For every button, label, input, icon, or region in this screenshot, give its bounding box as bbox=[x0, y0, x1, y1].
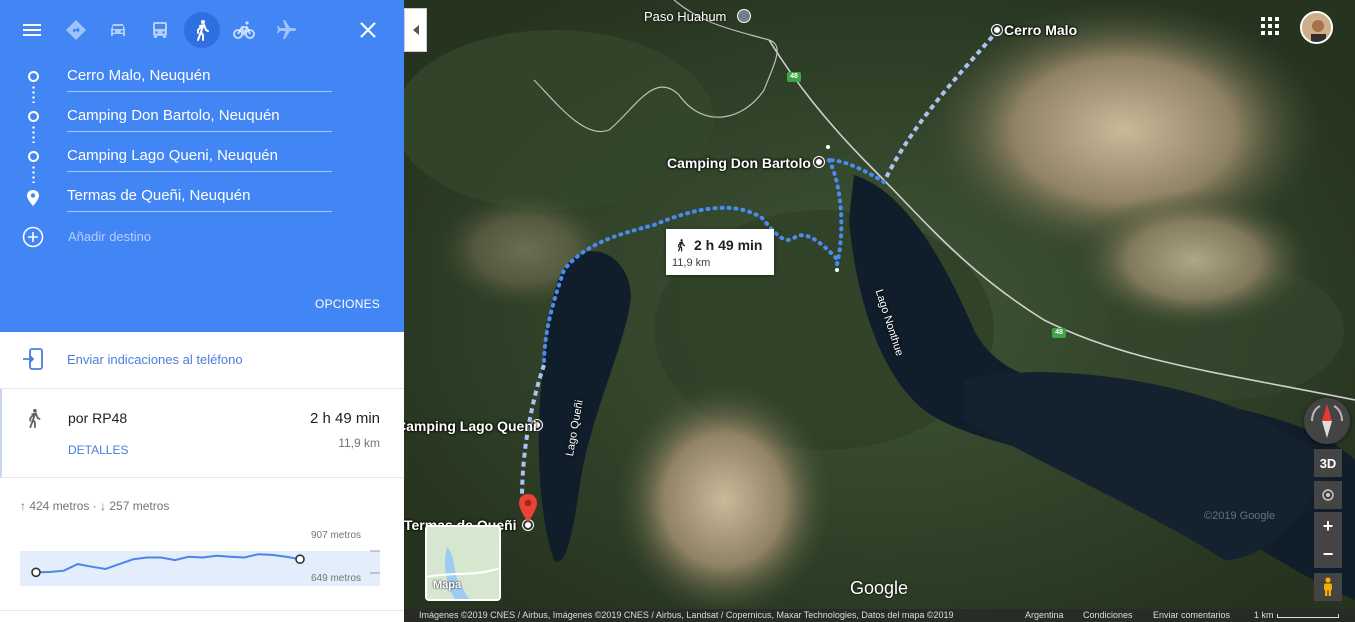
mode-car-button[interactable] bbox=[100, 12, 136, 48]
stop-input-2[interactable]: Camping Don Bartolo, Neuquén bbox=[67, 106, 332, 132]
destination-pin-icon bbox=[27, 190, 39, 206]
route-48-shield: 48 bbox=[1052, 328, 1066, 338]
directions-header: Cerro Malo, Neuquén Camping Don Bartolo,… bbox=[0, 0, 404, 278]
mode-best-button[interactable] bbox=[58, 12, 94, 48]
stop-input-1[interactable]: Cerro Malo, Neuquén bbox=[67, 66, 332, 92]
add-destination-input[interactable]: Añadir destino bbox=[68, 229, 151, 244]
add-circle-icon[interactable] bbox=[22, 226, 44, 248]
mode-transit-button[interactable] bbox=[142, 12, 178, 48]
divider bbox=[0, 610, 404, 611]
route-option-card[interactable]: por RP48 2 h 49 min 11,9 km DETALLES bbox=[0, 389, 404, 478]
stop-connector bbox=[32, 165, 35, 183]
map-label-don-bartolo[interactable]: Camping Don Bartolo bbox=[667, 155, 811, 171]
scale-bar bbox=[1277, 614, 1339, 618]
feedback-link[interactable]: Enviar comentarios bbox=[1153, 609, 1230, 622]
3d-toggle-button[interactable]: 3D bbox=[1314, 449, 1342, 477]
map-type-label: Mapa bbox=[433, 579, 462, 591]
satellite-map[interactable]: Paso Huahum Cerro Malo Camping Don Barto… bbox=[404, 0, 1355, 622]
callout-duration: 2 h 49 min bbox=[694, 237, 763, 253]
walking-icon bbox=[678, 239, 686, 252]
mode-flight-button[interactable] bbox=[268, 12, 304, 48]
elevation-profile: ↑ 424 metros · ↓ 257 metros 907 metros 6… bbox=[0, 478, 404, 610]
bicycle-icon bbox=[233, 21, 255, 39]
map-type-toggle[interactable]: Mapa bbox=[425, 525, 501, 601]
map-label-cerro-malo[interactable]: Cerro Malo bbox=[1004, 22, 1077, 38]
collapse-panel-button[interactable] bbox=[404, 8, 427, 52]
route-details-link[interactable]: DETALLES bbox=[68, 443, 128, 457]
route-48-shield: 48 bbox=[787, 72, 801, 82]
route-duration: 2 h 49 min bbox=[309, 410, 380, 427]
send-to-phone-row[interactable]: Enviar indicaciones al teléfono bbox=[0, 332, 404, 389]
stop-marker-2 bbox=[28, 111, 39, 122]
elevation-start-marker bbox=[31, 567, 41, 578]
elevation-max-label: 907 metros bbox=[311, 530, 362, 541]
send-to-phone-link[interactable]: Enviar indicaciones al teléfono bbox=[67, 352, 243, 367]
route-distance: 11,9 km bbox=[338, 436, 380, 450]
map-label-camping-lago-queni[interactable]: Camping Lago Queni bbox=[404, 418, 537, 434]
border-crossing-icon bbox=[737, 9, 751, 23]
directions-panel: Cerro Malo, Neuquén Camping Don Bartolo,… bbox=[0, 0, 404, 622]
stop-input-3[interactable]: Camping Lago Queni, Neuquén bbox=[67, 146, 332, 172]
menu-icon bbox=[23, 24, 41, 36]
elevation-min-label: 649 metros bbox=[311, 573, 362, 584]
map-footer: Imágenes ©2019 CNES / Airbus, Imágenes ©… bbox=[404, 609, 1355, 622]
menu-button[interactable] bbox=[14, 12, 50, 48]
stop-connector bbox=[32, 85, 35, 103]
terms-link[interactable]: Condiciones bbox=[1083, 609, 1133, 622]
destination-pin-icon[interactable] bbox=[518, 494, 538, 522]
elevation-end-marker bbox=[295, 554, 305, 564]
elevation-chart bbox=[20, 550, 380, 586]
options-bar: OPCIONES bbox=[0, 278, 404, 332]
zoom-out-button[interactable]: − bbox=[1314, 540, 1342, 568]
compass-icon bbox=[1311, 404, 1343, 438]
car-icon bbox=[111, 24, 125, 36]
scale-label[interactable]: 1 km bbox=[1254, 609, 1274, 622]
my-location-button[interactable] bbox=[1314, 481, 1342, 509]
stop-input-4[interactable]: Termas de Queñi, Neuquén bbox=[67, 186, 332, 212]
country-link[interactable]: Argentina bbox=[1025, 609, 1064, 622]
imagery-attribution: Imágenes ©2019 CNES / Airbus, Imágenes ©… bbox=[419, 610, 954, 620]
google-logo: Google bbox=[850, 578, 909, 598]
route-info-callout[interactable]: 2 h 49 min 11,9 km bbox=[666, 229, 774, 275]
map-watermark: ©2019 Google bbox=[1204, 510, 1276, 522]
mode-bike-button[interactable] bbox=[226, 12, 262, 48]
stop-marker-1 bbox=[28, 71, 39, 82]
street-view-pegman[interactable] bbox=[1314, 573, 1342, 601]
zoom-in-button[interactable]: + bbox=[1314, 512, 1342, 540]
map-label-paso-huahum: Paso Huahum bbox=[644, 9, 727, 24]
stop-connector bbox=[32, 125, 35, 143]
options-button[interactable]: OPCIONES bbox=[315, 297, 380, 311]
account-avatar[interactable] bbox=[1300, 11, 1333, 44]
mode-walk-button[interactable] bbox=[184, 12, 220, 48]
send-to-phone-icon bbox=[23, 348, 43, 370]
pegman-icon bbox=[1324, 577, 1332, 596]
walking-icon bbox=[197, 20, 209, 41]
airplane-icon bbox=[277, 20, 296, 39]
route-via: por RP48 bbox=[68, 410, 128, 426]
close-icon bbox=[360, 22, 376, 38]
stop-marker-3 bbox=[28, 151, 39, 162]
waypoint-marker[interactable] bbox=[814, 157, 824, 167]
waypoint-marker[interactable] bbox=[992, 25, 1002, 35]
compass-control[interactable] bbox=[1304, 398, 1350, 444]
walking-icon bbox=[29, 408, 41, 429]
close-directions-button[interactable] bbox=[350, 12, 386, 48]
my-location-icon bbox=[1322, 489, 1334, 501]
directions-diamond-icon bbox=[66, 20, 86, 40]
caret-left-icon bbox=[412, 25, 419, 35]
bus-icon bbox=[153, 22, 167, 38]
apps-grid-icon[interactable] bbox=[1260, 16, 1280, 36]
callout-distance: 11,9 km bbox=[672, 257, 711, 269]
